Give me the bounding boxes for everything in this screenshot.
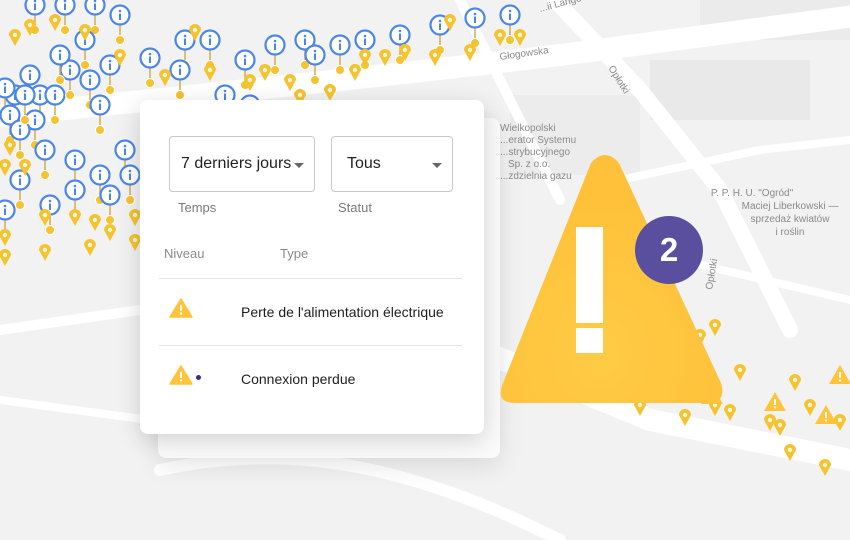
poi-label: sprzedaż kwiatów (751, 214, 831, 225)
status-filter-value: Tous (347, 155, 381, 172)
warning-icon (169, 365, 193, 390)
column-header-type[interactable]: Type (280, 246, 308, 261)
poi-label: Maciej Liberkowski — (742, 201, 839, 212)
time-filter-value: 7 derniers jours (181, 155, 292, 172)
alert-type: Perte de l'alimentation électrique (241, 304, 444, 320)
time-filter-dropdown[interactable]: 7 derniers jours (169, 136, 315, 192)
poi-label: Wielkopolski (500, 123, 556, 134)
chevron-down-icon (432, 163, 442, 168)
column-header-level[interactable]: Niveau (164, 246, 204, 261)
status-filter-dropdown[interactable]: Tous (331, 136, 453, 192)
warning-icon (169, 298, 193, 323)
poi-label: i roślin (776, 227, 805, 238)
alert-count-badge[interactable]: 2 (635, 216, 703, 284)
alerts-panel: 7 derniers jours Temps Tous Statut Nivea… (140, 100, 484, 434)
time-filter-label: Temps (178, 200, 217, 215)
unread-dot-icon (196, 375, 201, 380)
table-row[interactable]: Connexion perdue (159, 347, 462, 407)
divider (159, 278, 462, 279)
chevron-down-icon (294, 163, 304, 168)
table-row[interactable]: Perte de l'alimentation électrique (159, 280, 462, 340)
status-filter-label: Statut (338, 200, 372, 215)
alert-type: Connexion perdue (241, 371, 356, 387)
divider (159, 345, 462, 346)
warning-icon (500, 155, 723, 403)
